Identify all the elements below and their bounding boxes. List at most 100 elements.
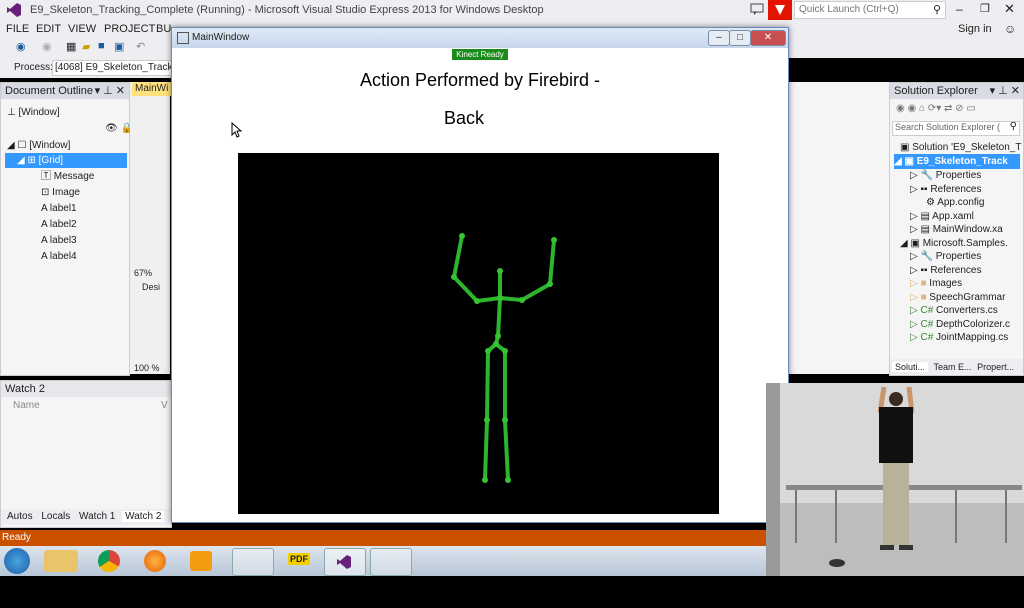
document-app-icon[interactable]	[370, 548, 412, 576]
outline-row-window-top[interactable]: ⊥ [Window]	[7, 105, 60, 120]
panel-controls-icon[interactable]: ▾ ⊥ ✕	[95, 83, 129, 99]
solution-item[interactable]: ▣ Solution 'E9_Skeleton_T	[900, 140, 1021, 155]
app-icon[interactable]	[232, 548, 274, 576]
back-nav-icon[interactable]: ◉	[16, 40, 26, 53]
kinect-status-badge: Kinect Ready	[452, 49, 508, 60]
solution-search-input[interactable]: Search Solution Explorer ( ⚲	[892, 121, 1020, 136]
config-file-icon: ⚙	[926, 197, 938, 208]
mainwindow-title: MainWindow	[192, 32, 250, 43]
pdf-icon[interactable]: PDF	[280, 548, 320, 574]
solution-item[interactable]: ▷ 🔧 Properties	[910, 168, 981, 183]
outline-row-label: [Window]	[18, 107, 60, 118]
label-icon: A	[41, 251, 50, 262]
solution-item-label: JointMapping.cs	[936, 332, 1009, 343]
visual-studio-taskbar-icon[interactable]	[324, 548, 366, 576]
solution-explorer-panel: Solution Explorer ▾ ⊥ ✕ ◉ ◉ ⌂ ⟳▾ ⇄ ⊘ ▭ Se…	[889, 82, 1024, 376]
menu-file[interactable]: FILE	[6, 23, 29, 35]
skeleton-canvas	[238, 153, 719, 514]
solution-item-label: Properties	[935, 170, 982, 181]
outline-row-label: label3	[49, 235, 77, 246]
solution-item[interactable]: ▷ 🔧 Properties	[910, 249, 981, 264]
open-file-icon[interactable]: ▰	[82, 40, 90, 53]
outline-row-label: label4	[49, 251, 77, 262]
solution-item-label: App.config	[937, 197, 985, 208]
undo-icon[interactable]: ↶	[136, 40, 145, 53]
outline-row-label: [Window]	[29, 140, 71, 151]
solution-item[interactable]: ⚙ App.config	[926, 195, 984, 210]
restore-icon[interactable]: ❐	[980, 2, 990, 15]
process-dropdown[interactable]: [4068] E9_Skeleton_Tracking_	[52, 60, 172, 76]
solution-item[interactable]: ▷ C# Converters.cs	[910, 303, 998, 318]
zoom-level-1[interactable]: 67%	[134, 268, 152, 278]
quick-launch-input[interactable]: Quick Launch (Ctrl+Q) ⚲	[794, 1, 946, 19]
xaml-file-icon: ▷ ▤	[910, 224, 933, 235]
save-all-icon[interactable]: ▣	[114, 40, 124, 53]
outline-row-grid[interactable]: ◢ ⊞ [Grid]	[5, 153, 127, 168]
solution-item-label: Solution 'E9_Skeleton_T	[912, 142, 1022, 153]
file-explorer-icon[interactable]	[44, 550, 78, 572]
project-item-e9[interactable]: ◢ ▣ E9_Skeleton_Track	[894, 154, 1020, 169]
process-bar: Process: [4068] E9_Skeleton_Tracking_	[0, 58, 180, 78]
solution-item[interactable]: ▷ ■ Images	[910, 276, 962, 291]
close-button[interactable]: ✕	[750, 30, 786, 46]
mainwindow-title-bar: MainWindow – □ ✕	[172, 28, 788, 48]
menu-edit[interactable]: EDIT	[36, 23, 61, 35]
zoom-level-2[interactable]: 100 %	[134, 363, 160, 373]
menu-view[interactable]: VIEW	[68, 23, 96, 35]
account-icon[interactable]: ☺	[1004, 22, 1016, 36]
skeleton-bones	[452, 234, 556, 482]
watch-panel: Watch 2 Name V Autos Locals Watch 1 Watc…	[0, 380, 172, 528]
tab-locals[interactable]: Locals	[41, 511, 70, 522]
visibility-lock-icons[interactable]: 👁 🔒	[105, 121, 133, 136]
tab-team[interactable]: Team E...	[934, 362, 972, 372]
outline-row-label: Image	[52, 187, 80, 198]
outline-row-label2[interactable]: A label2	[41, 217, 77, 232]
media-player-icon[interactable]	[190, 551, 212, 571]
expand-arrow-icon: ◢ ☐	[7, 140, 30, 151]
status-text: Ready	[2, 532, 31, 543]
outline-row-image[interactable]: ⊡ Image	[41, 185, 80, 200]
feedback-icon[interactable]	[750, 2, 764, 16]
solution-item[interactable]: ▷ C# JointMapping.cs	[910, 330, 1008, 345]
minimize-button[interactable]: –	[708, 30, 730, 46]
panel-controls-icon[interactable]: ▾ ⊥ ✕	[990, 83, 1023, 99]
close-icon[interactable]: ✕	[1004, 1, 1015, 17]
forward-nav-icon[interactable]: ◉	[42, 40, 52, 53]
outline-row-window[interactable]: ◢ ☐ [Window]	[7, 138, 70, 153]
outline-row-label3[interactable]: A label3	[41, 233, 77, 248]
process-value: [4068] E9_Skeleton_Tracking_	[55, 62, 172, 73]
search-icon: ⚲	[932, 4, 941, 16]
new-project-icon[interactable]: ▦	[66, 40, 76, 53]
solution-item-label: App.xaml	[932, 211, 974, 222]
solution-item-label: Properties	[935, 251, 982, 262]
window-app-icon	[177, 32, 189, 44]
design-tab[interactable]: Desi	[142, 282, 160, 292]
tab-watch2[interactable]: Watch 2	[122, 511, 165, 522]
tab-watch1[interactable]: Watch 1	[79, 511, 115, 522]
solution-item-label: DepthColorizer.c	[936, 319, 1010, 330]
menu-project[interactable]: PROJECT	[104, 23, 155, 35]
start-button-icon[interactable]	[4, 548, 30, 574]
solution-search-placeholder: Search Solution Explorer (	[895, 122, 1001, 132]
action-value: Back	[443, 108, 485, 128]
firefox-icon[interactable]	[144, 550, 166, 572]
outline-row-label4[interactable]: A label4	[41, 249, 77, 264]
tab-properties[interactable]: Propert...	[977, 362, 1014, 372]
outline-row-label1[interactable]: A label1	[41, 201, 77, 216]
minimize-icon[interactable]: –	[956, 2, 963, 16]
vs-title-bar: E9_Skeleton_Tracking_Complete (Running) …	[0, 0, 1024, 20]
maximize-button[interactable]: □	[729, 30, 751, 46]
sign-in-link[interactable]: Sign in	[958, 23, 992, 35]
tab-solution[interactable]: Soluti...	[892, 362, 929, 372]
process-label: Process:	[14, 62, 53, 73]
tab-autos[interactable]: Autos	[7, 511, 33, 522]
chrome-icon[interactable]	[98, 550, 120, 572]
designer-tab[interactable]: MainWi	[132, 82, 173, 96]
menu-build[interactable]: BU	[156, 23, 171, 35]
notification-flag-icon[interactable]	[768, 0, 792, 20]
editor-background	[788, 82, 889, 374]
solution-item[interactable]: ▷ ▤ MainWindow.xa	[910, 222, 1003, 237]
outline-row-message[interactable]: 🅃 Message	[41, 169, 94, 184]
solution-toolbar[interactable]: ◉ ◉ ⌂ ⟳▾ ⇄ ⊘ ▭	[896, 103, 976, 114]
save-icon[interactable]: ■	[98, 40, 105, 52]
